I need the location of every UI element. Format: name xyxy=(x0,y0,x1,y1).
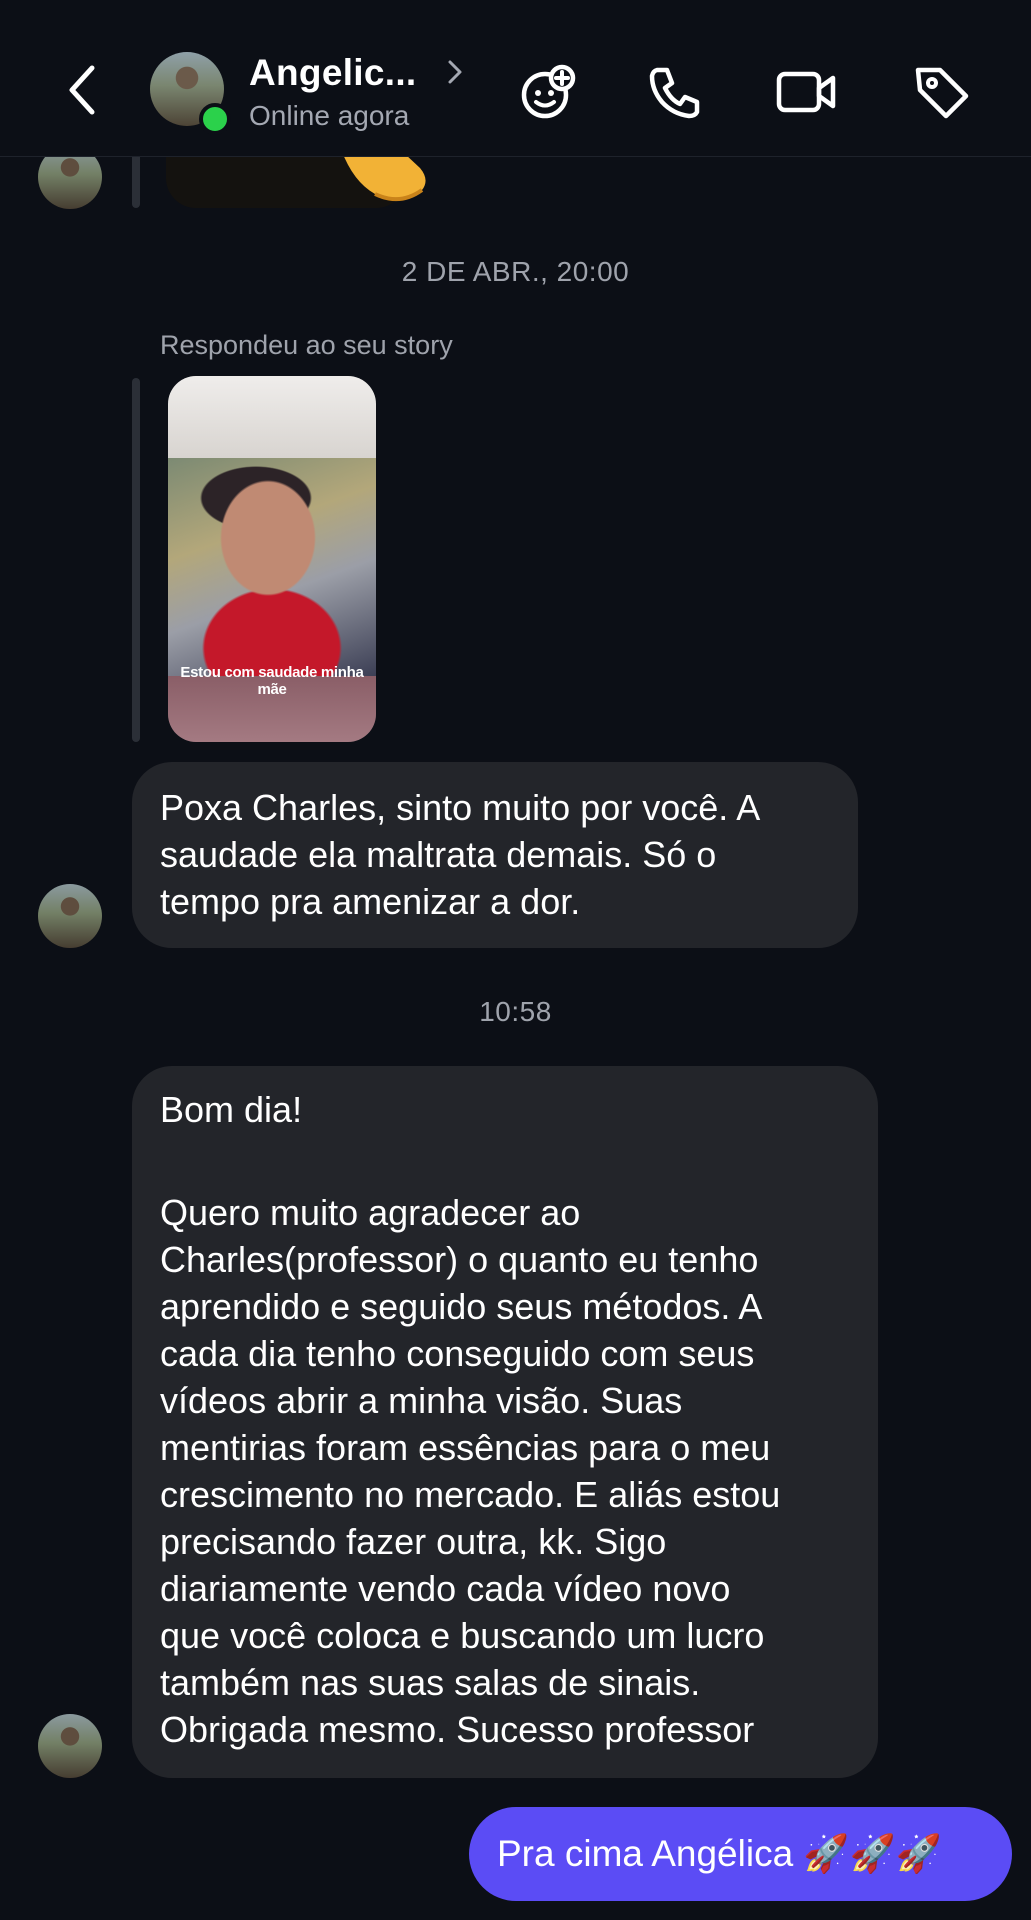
chevron-right-icon[interactable] xyxy=(446,58,464,86)
message-line: crescimento no mercado. E aliás estou xyxy=(160,1474,781,1515)
message-line: Charles(professor) o quanto eu tenho xyxy=(160,1239,759,1280)
effects-icon[interactable] xyxy=(518,62,578,122)
message-line: também nas suas salas de sinais. xyxy=(160,1662,701,1703)
story-top-area xyxy=(168,376,376,458)
message-line: Obrigada mesmo. Sucesso professor xyxy=(160,1709,755,1750)
contact-status: Online agora xyxy=(249,100,410,131)
message-line: precisando fazer outra, kk. Sigo xyxy=(160,1521,667,1562)
message-line: diariamente vendo cada vídeo novo xyxy=(160,1568,731,1609)
story-caption: Estou com saudade minha mãe xyxy=(180,664,364,698)
hand-emoji-icon xyxy=(330,150,430,206)
story-reply-label: Respondeu ao seu story xyxy=(160,330,453,360)
message-line: saudade ela maltrata demais. Só o xyxy=(160,834,717,875)
video-icon[interactable] xyxy=(776,62,836,122)
timestamp: 10:58 xyxy=(479,996,552,1027)
incoming-message[interactable]: Bom dia! Quero muito agradecer ao Charle… xyxy=(132,1066,878,1778)
message-line: mentirias foram essências para o meu xyxy=(160,1427,771,1468)
incoming-message[interactable]: Poxa Charles, sinto muito por você. A sa… xyxy=(132,762,858,948)
contact-name[interactable]: Angelic... xyxy=(249,52,416,94)
outgoing-message[interactable]: Pra cima Angélica 🚀🚀🚀 xyxy=(469,1807,1012,1901)
contact-avatar-small[interactable] xyxy=(38,884,102,948)
message-line: que você coloca e buscando um lucro xyxy=(160,1615,765,1656)
message-line: cada dia tenho conseguido com seus xyxy=(160,1333,755,1374)
message-line: vídeos abrir a minha visão. Suas xyxy=(160,1380,683,1421)
story-photo xyxy=(168,458,376,676)
reply-bar xyxy=(132,150,140,208)
message-spacer xyxy=(160,1133,850,1189)
contact-avatar-small[interactable] xyxy=(38,1714,102,1778)
chat-header: Angelic... Online agora xyxy=(0,0,1031,157)
tag-icon[interactable] xyxy=(912,62,972,122)
message-line: aprendido e seguido seus métodos. A xyxy=(160,1286,763,1327)
message-line: Quero muito agradecer ao xyxy=(160,1192,581,1233)
phone-icon[interactable] xyxy=(645,62,705,122)
reply-bar xyxy=(132,378,140,742)
story-thumbnail[interactable]: Estou com saudade minha mãe xyxy=(168,376,376,742)
online-indicator xyxy=(199,103,231,135)
message-line: Poxa Charles, sinto muito por você. A xyxy=(160,787,761,828)
message-line: Bom dia! xyxy=(160,1089,303,1130)
back-chevron-icon[interactable] xyxy=(62,62,106,118)
timestamp: 2 DE ABR., 20:00 xyxy=(401,256,630,287)
message-line: tempo pra amenizar a dor. xyxy=(160,881,581,922)
